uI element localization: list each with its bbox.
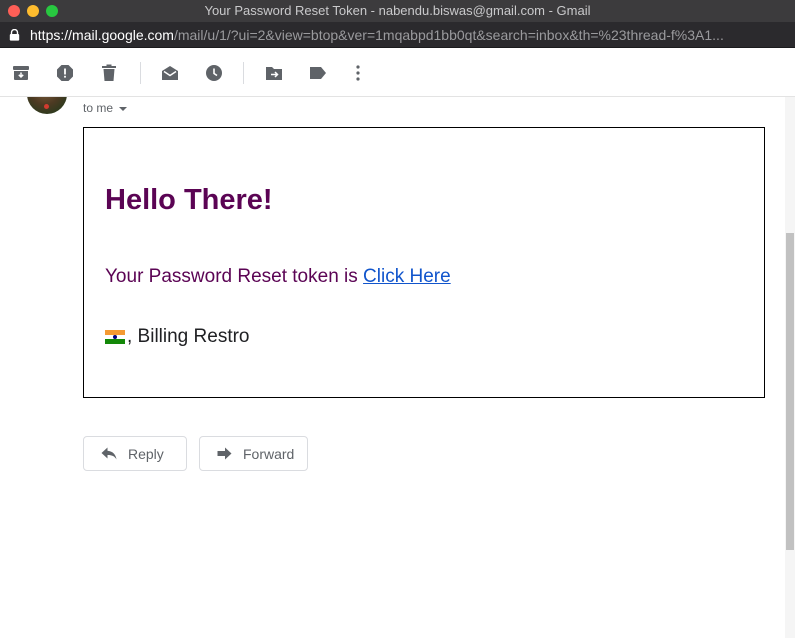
snooze-icon[interactable] [204,63,224,83]
window-title: Your Password Reset Token - nabendu.bisw… [204,3,591,18]
message-view: to me Hello There! Your Password Reset t… [0,97,785,638]
forward-label: Forward [243,445,295,462]
scrollbar-thumb[interactable] [786,233,794,550]
url-text[interactable]: https://mail.google.com/mail/u/1/?ui=2&v… [30,27,780,43]
chevron-down-icon [119,106,128,111]
recipient-details-toggle[interactable]: to me [83,101,128,115]
url-path: /mail/u/1/?ui=2&view=btop&ver=1mqabpd1bb… [173,27,724,43]
email-body: Hello There! Your Password Reset token i… [83,127,765,398]
reply-icon [101,447,117,460]
more-icon[interactable] [348,63,368,83]
labels-icon[interactable] [308,63,328,83]
email-signature: , Billing Restro [105,326,250,348]
body-prefix: Your Password Reset token is [105,266,364,287]
india-flag-icon [105,330,125,344]
sender-avatar[interactable] [27,97,67,114]
archive-icon[interactable] [11,63,31,83]
reply-label: Reply [128,445,164,462]
message-toolbar [0,49,795,97]
window-titlebar: Your Password Reset Token - nabendu.bisw… [0,0,795,22]
reset-token-link[interactable]: Click Here [363,266,451,287]
address-bar[interactable]: https://mail.google.com/mail/u/1/?ui=2&v… [0,22,795,48]
email-heading: Hello There! [105,184,273,216]
recipient-label: to me [83,101,114,115]
report-spam-icon[interactable] [55,63,75,83]
mark-unread-icon[interactable] [160,63,180,83]
forward-icon [217,447,232,460]
forward-button[interactable]: Forward [199,436,308,471]
url-host: mail.google.com [72,27,174,43]
email-body-text: Your Password Reset token is Click Here [105,266,451,288]
toolbar-divider [243,62,244,84]
delete-icon[interactable] [99,63,119,83]
toolbar-divider [140,62,141,84]
url-protocol: https:// [30,27,73,43]
lock-icon [9,29,20,41]
signature-text: , Billing Restro [127,326,250,347]
move-to-icon[interactable] [264,63,284,83]
reply-button[interactable]: Reply [83,436,187,471]
